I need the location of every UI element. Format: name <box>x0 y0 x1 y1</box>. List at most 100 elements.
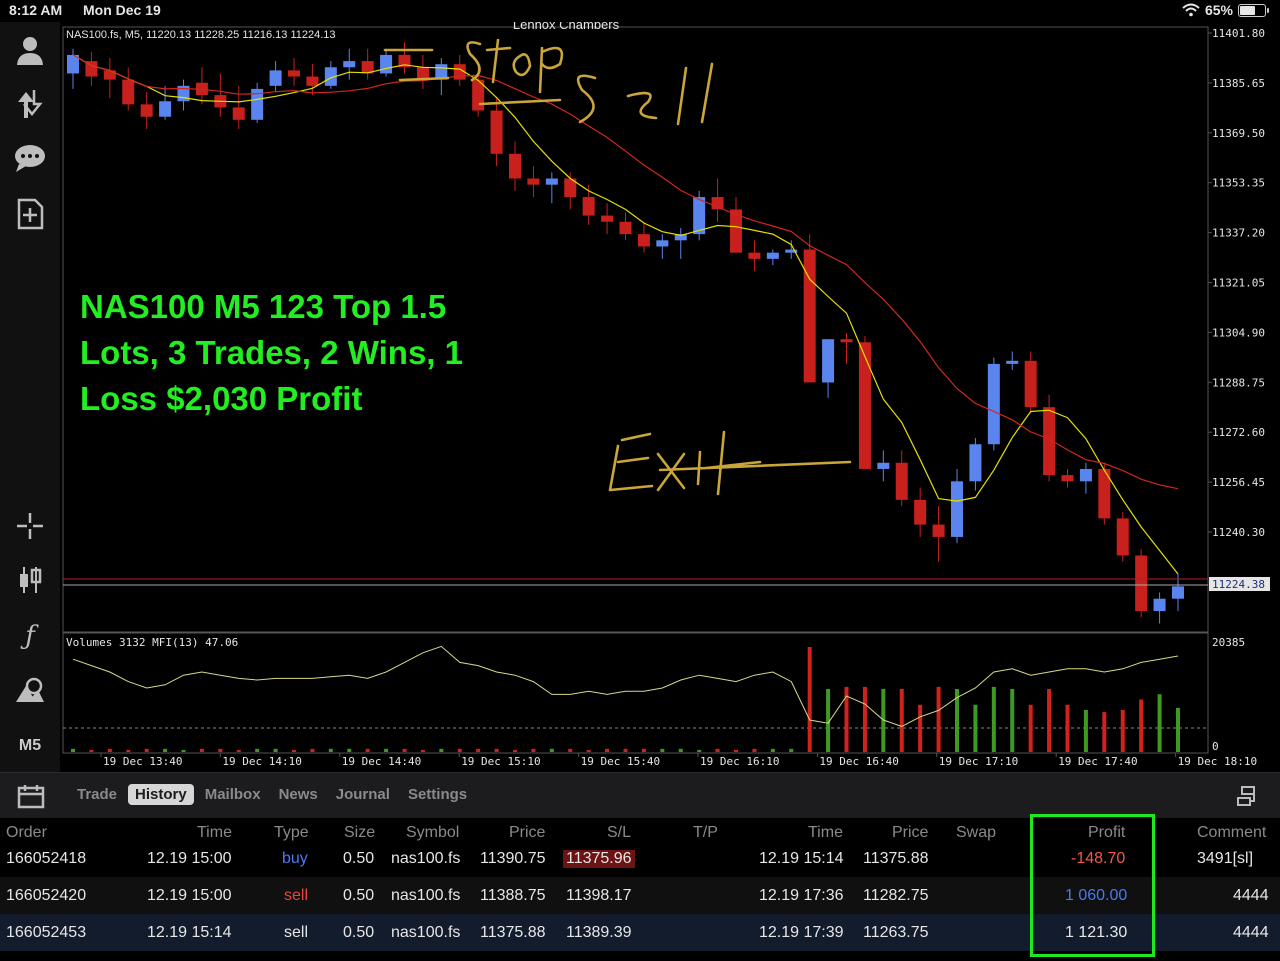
volume-bar <box>1047 689 1052 752</box>
annotation-line-3: Loss $2,030 Profit <box>80 380 362 417</box>
tab-bar: Trade History Mailbox News Journal Setti… <box>0 772 1280 818</box>
candle-body <box>748 252 761 259</box>
close-time: 12.19 17:36 <box>759 887 844 904</box>
volume-bar <box>402 748 407 752</box>
current-price-text: 11224.38 <box>1212 578 1265 591</box>
volume-tick-label: 20385 <box>1212 636 1245 649</box>
calendar-icon[interactable] <box>17 783 45 809</box>
time-tick-label: 19 Dec 18:10 <box>1178 755 1257 768</box>
status-time: 8:12 AM <box>9 2 63 18</box>
volume-bar <box>513 749 517 752</box>
open-price: 11375.88 <box>480 924 546 941</box>
candle-body <box>914 499 927 525</box>
candle-body <box>877 462 890 469</box>
price-tick-label: 11337.20 <box>1212 227 1265 240</box>
time-tick-label: 19 Dec 17:10 <box>939 755 1018 768</box>
volume-bar <box>623 748 628 752</box>
volume-bar <box>899 689 904 752</box>
volume-bar <box>1083 710 1088 752</box>
price-chart[interactable]: 11401.80 11385.65 11369.50 11353.35 11337.20… <box>60 22 1280 772</box>
close-time: 12.19 15:14 <box>759 850 844 867</box>
volume-bar <box>365 748 370 752</box>
open-price: 11390.75 <box>480 850 546 867</box>
volume-bar <box>1139 699 1144 752</box>
volume-bar <box>420 749 425 752</box>
profit-highlight-box <box>1030 814 1155 957</box>
close-time: 12.19 17:39 <box>759 924 844 941</box>
candles-icon[interactable] <box>10 560 50 600</box>
candle-body <box>1135 555 1148 612</box>
objects-icon[interactable] <box>10 670 50 710</box>
status-date: Mon Dec 19 <box>83 2 161 18</box>
handwritten-annotations <box>383 38 852 496</box>
candle-body <box>932 524 945 537</box>
timeframe-button[interactable]: M5 <box>10 726 50 766</box>
price-tick-label: 11272.60 <box>1212 426 1265 439</box>
volume-bar <box>1102 712 1107 752</box>
tab-mailbox[interactable]: Mailbox <box>198 784 268 805</box>
candle-body <box>1079 468 1092 482</box>
candle-body <box>858 342 871 469</box>
candle-body <box>490 110 503 154</box>
volume-bar <box>199 748 204 752</box>
candle-body <box>619 221 632 235</box>
volume-bar <box>255 748 260 752</box>
volume-pane-frame <box>62 632 1209 754</box>
trade-type: buy <box>282 850 308 867</box>
battery-icon <box>1238 3 1269 17</box>
volume-bar <box>1065 704 1070 752</box>
volume-bar <box>697 749 702 752</box>
candle-body <box>232 107 245 120</box>
tab-settings[interactable]: Settings <box>401 784 474 805</box>
price-tick-label: 11240.30 <box>1212 526 1265 539</box>
battery-percent: 65% <box>1204 2 1233 18</box>
indicators-icon[interactable]: ƒ <box>10 616 50 656</box>
time-tick-label: 19 Dec 14:40 <box>342 755 421 768</box>
volume-bar <box>144 748 149 752</box>
volume-tick-label: 0 <box>1212 740 1219 753</box>
time-tick-label: 19 Dec 16:10 <box>700 755 779 768</box>
volume-bar <box>660 748 665 752</box>
volume-bar <box>1120 710 1125 752</box>
candle-body <box>159 101 172 117</box>
volume-bar <box>807 647 812 752</box>
trade-icon[interactable] <box>10 84 50 124</box>
stop-loss: 11398.17 <box>566 887 632 904</box>
account-icon[interactable] <box>10 30 50 70</box>
chart-canvas[interactable]: 11401.80 11385.65 11369.50 11353.35 11337.20… <box>60 22 1280 772</box>
tab-history[interactable]: History <box>128 784 194 805</box>
tab-trade[interactable]: Trade <box>70 784 124 805</box>
stop-loss: 11389.39 <box>566 924 632 941</box>
candle-body <box>766 252 779 259</box>
crosshair-icon[interactable] <box>10 506 50 546</box>
candle-body <box>601 215 614 222</box>
chat-icon[interactable] <box>10 138 50 178</box>
status-right: 65% <box>1182 2 1269 18</box>
candle-body <box>637 234 650 247</box>
trade-symbol: nas100.fs <box>391 887 461 904</box>
candle-body <box>693 197 706 235</box>
volume-bar <box>236 749 241 752</box>
candle-body <box>288 70 300 77</box>
volume-bar <box>163 748 168 752</box>
volume-bar <box>568 748 573 752</box>
volume-bar <box>71 748 75 752</box>
price-tick-label: 11385.65 <box>1212 77 1265 90</box>
candle-body <box>1172 586 1184 599</box>
order-id: 166052418 <box>6 850 87 867</box>
volume-bar <box>1176 707 1180 752</box>
handwritten-sell <box>576 62 714 126</box>
volume-bar <box>126 749 131 752</box>
new-order-icon[interactable] <box>10 194 50 234</box>
layout-icon[interactable] <box>1236 785 1260 807</box>
time-tick-label: 19 Dec 13:40 <box>103 755 182 768</box>
volume-bar <box>218 748 223 752</box>
candle-body <box>803 249 816 383</box>
tab-news[interactable]: News <box>272 784 325 805</box>
volume-bar <box>715 748 720 752</box>
time-axis: 19 Dec 13:40 19 Dec 14:10 19 Dec 14:40 19 D… <box>100 753 1257 768</box>
trade-size: 0.50 <box>343 850 375 867</box>
volume-bar <box>181 749 186 752</box>
tab-journal[interactable]: Journal <box>329 784 397 805</box>
price-tick-label: 11304.90 <box>1212 326 1265 339</box>
